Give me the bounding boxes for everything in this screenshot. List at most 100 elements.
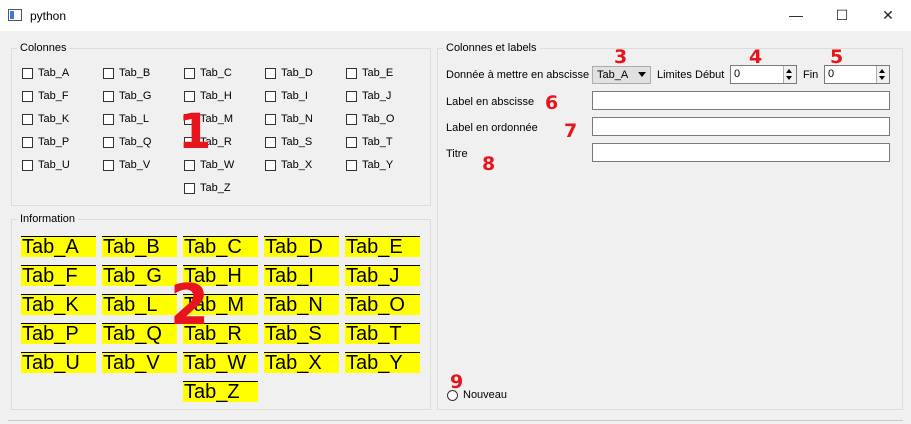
checkbox-box-icon bbox=[103, 67, 114, 79]
checkbox-tab-f[interactable]: Tab_F bbox=[22, 90, 69, 102]
titre-label: Titre bbox=[446, 148, 468, 160]
checkbox-box-icon bbox=[22, 67, 33, 79]
checkbox-tab-v[interactable]: Tab_V bbox=[103, 159, 150, 171]
checkbox-label: Tab_N bbox=[281, 113, 313, 125]
info-label-tab-f: Tab_F bbox=[21, 265, 96, 286]
checkbox-label: Tab_G bbox=[119, 90, 152, 102]
checkbox-tab-i[interactable]: Tab_I bbox=[265, 90, 308, 102]
annotation-4: 4 bbox=[749, 46, 763, 68]
info-label-tab-n: Tab_N bbox=[264, 294, 339, 315]
checkbox-box-icon bbox=[22, 136, 33, 148]
checkbox-tab-c[interactable]: Tab_C bbox=[184, 67, 232, 79]
checkbox-box-icon bbox=[265, 113, 276, 125]
checkbox-tab-q[interactable]: Tab_Q bbox=[103, 136, 151, 148]
checkbox-label: Tab_T bbox=[362, 136, 393, 148]
checkbox-tab-y[interactable]: Tab_Y bbox=[346, 159, 393, 171]
checkbox-tab-p[interactable]: Tab_P bbox=[22, 136, 69, 148]
checkbox-tab-h[interactable]: Tab_H bbox=[184, 90, 232, 102]
checkbox-tab-e[interactable]: Tab_E bbox=[346, 67, 393, 79]
info-label-tab-x: Tab_X bbox=[264, 352, 339, 373]
checkbox-box-icon bbox=[22, 113, 33, 125]
info-label-tab-p: Tab_P bbox=[21, 323, 96, 344]
checkbox-box-icon bbox=[346, 90, 357, 102]
maximize-button[interactable]: ☐ bbox=[819, 0, 865, 31]
close-button[interactable]: ✕ bbox=[865, 0, 911, 31]
checkbox-label: Tab_H bbox=[200, 90, 232, 102]
checkbox-label: Tab_D bbox=[281, 67, 313, 79]
info-label-tab-l: Tab_L bbox=[102, 294, 177, 315]
checkbox-tab-z[interactable]: Tab_Z bbox=[184, 182, 231, 194]
annotation-1: 1 bbox=[178, 104, 212, 160]
info-label-tab-w: Tab_W bbox=[183, 352, 258, 373]
checkbox-tab-b[interactable]: Tab_B bbox=[103, 67, 150, 79]
ylabel-input[interactable] bbox=[592, 117, 890, 136]
abscisse-data-label: Donnée à mettre en abscisse bbox=[446, 69, 590, 81]
checkbox-label: Tab_Z bbox=[200, 182, 231, 194]
checkbox-label: Tab_U bbox=[38, 159, 70, 171]
annotation-6: 6 bbox=[545, 92, 559, 114]
xlabel-input[interactable] bbox=[592, 91, 890, 110]
checkbox-box-icon bbox=[103, 113, 114, 125]
checkbox-box-icon bbox=[265, 136, 276, 148]
checkbox-box-icon bbox=[184, 67, 195, 79]
info-label-tab-c: Tab_C bbox=[183, 236, 258, 257]
debut-spin-buttons[interactable] bbox=[783, 66, 796, 83]
checkbox-tab-t[interactable]: Tab_T bbox=[346, 136, 393, 148]
info-label-tab-i: Tab_I bbox=[264, 265, 339, 286]
checkbox-label: Tab_Q bbox=[119, 136, 152, 148]
annotation-9: 9 bbox=[450, 371, 464, 393]
checkbox-label: Tab_F bbox=[38, 90, 69, 102]
checkbox-box-icon bbox=[265, 159, 276, 171]
info-label-tab-s: Tab_S bbox=[264, 323, 339, 344]
xlabel-label: Label en abscisse bbox=[446, 96, 535, 108]
checkbox-tab-s[interactable]: Tab_S bbox=[265, 136, 312, 148]
checkbox-tab-g[interactable]: Tab_G bbox=[103, 90, 151, 102]
checkbox-label: Tab_O bbox=[362, 113, 395, 125]
checkbox-tab-k[interactable]: Tab_K bbox=[22, 113, 69, 125]
checkbox-box-icon bbox=[103, 90, 114, 102]
checkbox-tab-j[interactable]: Tab_J bbox=[346, 90, 391, 102]
info-label-tab-v: Tab_V bbox=[102, 352, 177, 373]
fin-label: Fin bbox=[803, 69, 819, 81]
checkbox-label: Tab_J bbox=[362, 90, 392, 102]
titre-input[interactable] bbox=[592, 143, 890, 162]
checkbox-label: Tab_P bbox=[38, 136, 70, 148]
annotation-3: 3 bbox=[614, 46, 628, 68]
checkbox-box-icon bbox=[22, 159, 33, 171]
checkbox-label: Tab_I bbox=[281, 90, 308, 102]
abscisse-combo[interactable]: Tab_A bbox=[592, 66, 651, 84]
checkbox-box-icon bbox=[184, 90, 195, 102]
annotation-5: 5 bbox=[830, 46, 844, 68]
nouveau-label: Nouveau bbox=[463, 389, 508, 401]
annotation-2: 2 bbox=[170, 273, 209, 338]
abscisse-combo-value: Tab_A bbox=[597, 69, 629, 81]
fin-value: 0 bbox=[828, 68, 835, 80]
info-label-tab-g: Tab_G bbox=[102, 265, 177, 286]
checkbox-tab-a[interactable]: Tab_A bbox=[22, 67, 69, 79]
checkbox-box-icon bbox=[346, 136, 357, 148]
checkbox-tab-x[interactable]: Tab_X bbox=[265, 159, 312, 171]
fin-spin-buttons[interactable] bbox=[876, 66, 889, 83]
checkbox-tab-o[interactable]: Tab_O bbox=[346, 113, 394, 125]
checkbox-box-icon bbox=[184, 159, 195, 171]
info-label-tab-j: Tab_J bbox=[345, 265, 420, 286]
checkbox-label: Tab_S bbox=[281, 136, 313, 148]
checkbox-tab-w[interactable]: Tab_W bbox=[184, 159, 234, 171]
minimize-button[interactable]: — bbox=[773, 0, 819, 31]
info-label-tab-a: Tab_A bbox=[21, 236, 96, 257]
checkbox-tab-u[interactable]: Tab_U bbox=[22, 159, 70, 171]
info-label-tab-y: Tab_Y bbox=[345, 352, 420, 373]
limites-label: Limites bbox=[657, 69, 692, 81]
debut-spinbox[interactable]: 0 bbox=[730, 65, 797, 84]
checkbox-box-icon bbox=[184, 182, 195, 194]
arrow-up-icon bbox=[879, 69, 885, 73]
ylabel-label: Label en ordonnée bbox=[446, 122, 538, 134]
checkbox-tab-n[interactable]: Tab_N bbox=[265, 113, 313, 125]
checkbox-label: Tab_C bbox=[200, 67, 232, 79]
info-label-tab-z: Tab_Z bbox=[183, 381, 258, 402]
checkbox-label: Tab_W bbox=[200, 159, 235, 171]
checkbox-tab-l[interactable]: Tab_L bbox=[103, 113, 149, 125]
checkbox-box-icon bbox=[346, 67, 357, 79]
checkbox-tab-d[interactable]: Tab_D bbox=[265, 67, 313, 79]
info-label-tab-t: Tab_T bbox=[345, 323, 420, 344]
